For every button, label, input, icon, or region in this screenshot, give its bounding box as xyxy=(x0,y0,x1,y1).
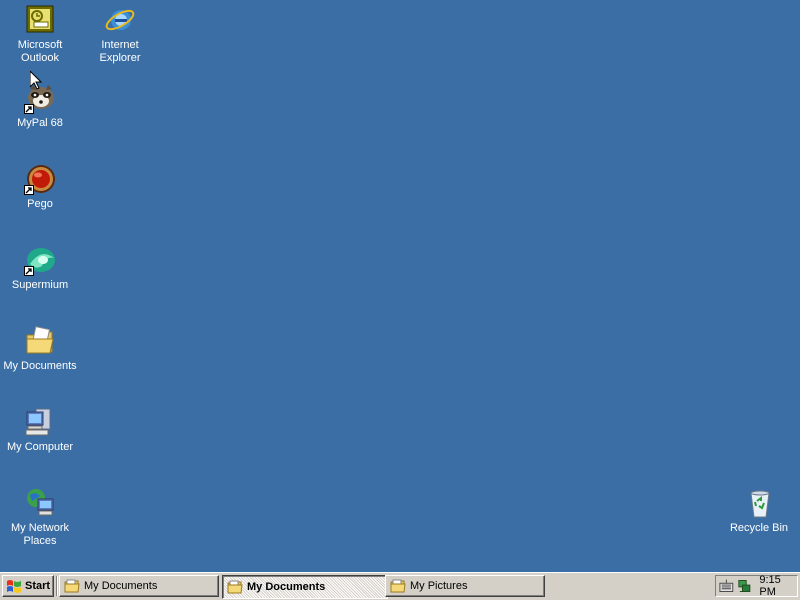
taskbar-task-my-documents-active[interactable]: My Documents xyxy=(222,575,388,599)
task-label: My Documents xyxy=(247,581,326,593)
desktop-icon-label: My Documents xyxy=(3,360,77,372)
desktop-icon-microsoft-outlook[interactable]: Microsoft Outlook xyxy=(0,4,80,65)
start-button[interactable]: Start xyxy=(2,575,54,597)
outlook-icon xyxy=(24,4,56,36)
desktop-icon-label: Supermium xyxy=(11,279,69,291)
desktop-icon-recycle-bin[interactable]: Recycle Bin xyxy=(719,487,799,535)
desktop-icon-label: Internet Explorer xyxy=(99,39,141,64)
shortcut-arrow-icon xyxy=(24,104,34,114)
task-label: My Documents xyxy=(84,580,158,592)
start-label: Start xyxy=(25,580,51,592)
supermium-icon xyxy=(24,244,56,276)
desktop-icon-my-computer[interactable]: My Computer xyxy=(0,406,80,454)
folder-icon xyxy=(390,579,406,593)
folder-icon xyxy=(227,580,243,594)
task-label: My Pictures xyxy=(410,580,468,592)
taskbar-task-my-pictures[interactable]: My Pictures xyxy=(385,575,545,597)
desktop-icon-label: MyPal 68 xyxy=(17,117,63,129)
keyboard-icon[interactable] xyxy=(719,578,734,594)
network-icon[interactable] xyxy=(737,578,752,594)
clock[interactable]: 9:15 PM xyxy=(759,574,797,598)
desktop-icon-supermium[interactable]: Supermium xyxy=(0,244,80,292)
taskbar-task-my-documents[interactable]: My Documents xyxy=(59,575,219,597)
windows-logo-icon xyxy=(7,580,21,593)
desktop-icon-label: My Network Places xyxy=(10,522,70,547)
mouse-pointer-icon xyxy=(30,71,42,90)
internet-explorer-icon xyxy=(104,4,136,36)
desktop-icon-internet-explorer[interactable]: Internet Explorer xyxy=(80,4,160,65)
desktop-icon-label: Microsoft Outlook xyxy=(17,39,63,64)
desktop[interactable]: Microsoft Outlook Internet Explorer MyPa… xyxy=(0,0,800,572)
desktop-icon-my-network-places[interactable]: My Network Places xyxy=(0,487,80,548)
recycle-bin-icon xyxy=(743,487,775,519)
desktop-icon-label: My Computer xyxy=(6,441,74,453)
desktop-icon-label: Pego xyxy=(27,198,53,210)
my-network-places-icon xyxy=(24,487,56,519)
folder-icon xyxy=(64,579,80,593)
desktop-icon-label: Recycle Bin xyxy=(729,522,789,534)
pego-icon xyxy=(24,163,56,195)
shortcut-arrow-icon xyxy=(24,185,34,195)
taskbar-divider xyxy=(56,576,58,596)
desktop-icon-pego[interactable]: Pego xyxy=(0,163,80,211)
my-computer-icon xyxy=(24,406,56,438)
system-tray: 9:15 PM xyxy=(715,574,798,598)
shortcut-arrow-icon xyxy=(24,266,34,276)
taskbar: Start My Documents My Documents My Pictu… xyxy=(0,572,800,600)
my-documents-icon xyxy=(24,325,56,357)
desktop-icon-my-documents[interactable]: My Documents xyxy=(0,325,80,373)
